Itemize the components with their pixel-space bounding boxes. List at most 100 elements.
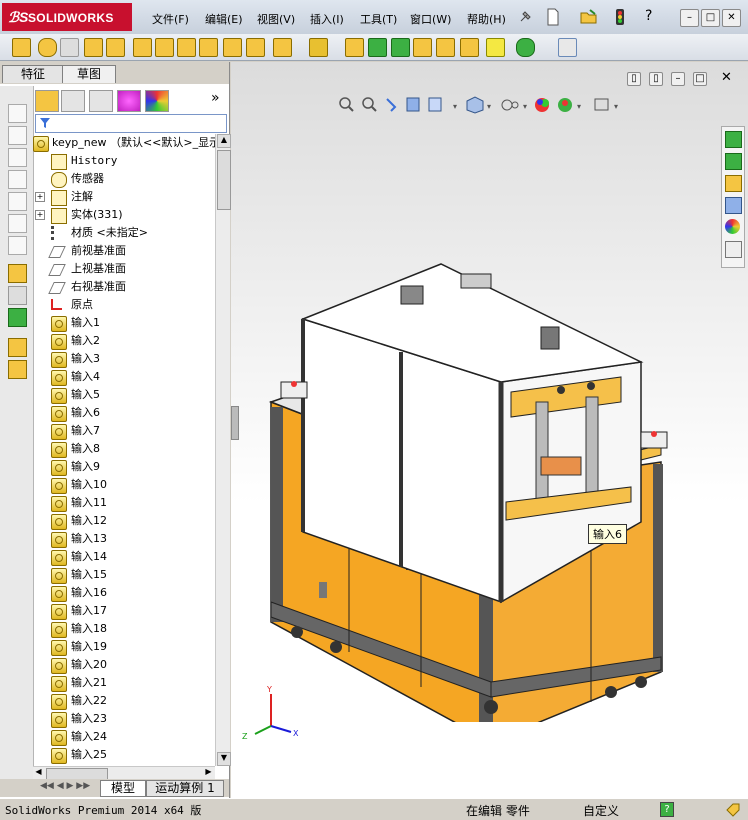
view-orientation-icon[interactable]: [466, 96, 484, 114]
split-horizontal-button[interactable]: ▯: [649, 72, 663, 86]
tree-horizontal-scrollbar[interactable]: ◀ ▶: [33, 766, 215, 780]
machine-3d-model[interactable]: [261, 202, 711, 722]
shell-cmd-icon[interactable]: [8, 236, 27, 255]
boundary-cut-icon[interactable]: [246, 38, 265, 57]
dimxpert-tab-icon[interactable]: [117, 90, 141, 112]
display-manager-tab-icon[interactable]: [145, 90, 169, 112]
menu-window[interactable]: 窗口(W): [410, 11, 451, 27]
scroll-right-arrow-icon[interactable]: ▶: [203, 767, 214, 778]
tree-item[interactable]: 输入2: [33, 332, 215, 350]
instant3d-icon[interactable]: [558, 38, 577, 57]
tree-item[interactable]: 输入25: [33, 746, 215, 764]
reference-geometry-icon[interactable]: [486, 38, 505, 57]
combine-icon[interactable]: [8, 338, 27, 357]
solidworks-resources-icon[interactable]: [725, 131, 742, 148]
intersect-icon[interactable]: [413, 38, 432, 57]
display-style-icon[interactable]: [501, 99, 519, 111]
tree-item[interactable]: + 实体(331): [33, 206, 215, 224]
tree-item[interactable]: 输入18: [33, 620, 215, 638]
minimize-window-button[interactable]: –: [680, 9, 699, 27]
zoom-area-icon[interactable]: [362, 97, 377, 112]
status-units[interactable]: 自定义: [583, 802, 619, 819]
tree-item[interactable]: 输入13: [33, 530, 215, 548]
section-view-icon[interactable]: [406, 97, 420, 112]
tree-item[interactable]: 输入16: [33, 584, 215, 602]
view-settings-icon[interactable]: [594, 98, 609, 111]
extrude-boss-cmd-icon[interactable]: [8, 104, 27, 123]
wrap-icon[interactable]: [368, 38, 387, 57]
file-explorer-icon[interactable]: [725, 175, 742, 192]
tree-expand-icon[interactable]: +: [35, 210, 45, 220]
doc-minimize-button[interactable]: –: [671, 72, 685, 86]
tree-item[interactable]: 输入23: [33, 710, 215, 728]
extrude-boss-icon[interactable]: [12, 38, 31, 57]
tree-item[interactable]: + 注解: [33, 188, 215, 206]
scroll-down-arrow-icon[interactable]: ▼: [217, 752, 231, 766]
tree-item[interactable]: 输入9: [33, 458, 215, 476]
revolve-cut-icon[interactable]: [177, 38, 196, 57]
sweep-cmd-icon[interactable]: [8, 148, 27, 167]
zoom-to-fit-icon[interactable]: [339, 97, 354, 112]
restore-window-button[interactable]: □: [701, 9, 720, 27]
graphics-area[interactable]: ▯ ▯ – □ ✕ ▾ ▾ ▾ ▾ ▾ 输入6 Y X Z: [231, 62, 748, 798]
panel-collapse-handle[interactable]: [231, 406, 239, 440]
tree-vertical-scrollbar[interactable]: ▲ ▼: [215, 134, 231, 766]
tree-expand-icon[interactable]: +: [35, 192, 45, 202]
loft-cmd-icon[interactable]: [8, 170, 27, 189]
tree-item[interactable]: 输入14: [33, 548, 215, 566]
dynamic-annotation-icon[interactable]: [428, 97, 442, 112]
fillet-icon[interactable]: [273, 38, 292, 57]
configuration-manager-tab-icon[interactable]: [89, 90, 113, 112]
traffic-light-icon[interactable]: [614, 8, 626, 26]
tree-filter-input[interactable]: [35, 114, 227, 133]
custom-properties-icon[interactable]: [725, 241, 742, 258]
property-manager-tab-icon[interactable]: [61, 90, 85, 112]
tree-item[interactable]: 上视基准面: [33, 260, 215, 278]
close-window-button[interactable]: ✕: [722, 9, 741, 27]
doc-close-icon[interactable]: ✕: [721, 70, 732, 85]
revolve-boss-icon[interactable]: [38, 38, 57, 57]
sweep-icon[interactable]: [60, 38, 79, 57]
scroll-left-arrow-icon[interactable]: ◀: [33, 767, 44, 778]
solidworks-logo[interactable]: ℬS SOLIDWORKS: [2, 3, 132, 31]
doc-restore-button[interactable]: □: [693, 72, 707, 86]
tree-root[interactable]: keyp_new （默认<<默认>_显示: [33, 134, 215, 152]
view-palette-icon[interactable]: [725, 197, 742, 214]
boundary-boss-icon[interactable]: [106, 38, 125, 57]
rib-icon[interactable]: [345, 38, 364, 57]
tab-features[interactable]: 特征: [2, 65, 64, 83]
tree-item[interactable]: 前视基准面: [33, 242, 215, 260]
tree-item[interactable]: 输入10: [33, 476, 215, 494]
hole-wizard-icon[interactable]: [155, 38, 174, 57]
smart-dimension-icon[interactable]: [8, 264, 27, 283]
open-folder-icon[interactable]: [580, 8, 598, 26]
tree-item[interactable]: 原点: [33, 296, 215, 314]
status-help-icon[interactable]: ?: [660, 802, 674, 817]
tab-scroll-arrows-icon[interactable]: ◀◀ ◀ ▶ ▶▶: [40, 781, 90, 791]
menu-file[interactable]: 文件(F): [152, 11, 189, 27]
tree-item[interactable]: 输入17: [33, 602, 215, 620]
status-tag-icon[interactable]: [725, 802, 741, 818]
curves-icon[interactable]: [516, 38, 535, 57]
feature-tree-tab-icon[interactable]: [35, 90, 59, 112]
lofted-cut-icon[interactable]: [223, 38, 242, 57]
tree-item[interactable]: 输入4: [33, 368, 215, 386]
tree-item[interactable]: 输入22: [33, 692, 215, 710]
expand-tabs-chevron-icon[interactable]: »: [211, 90, 220, 106]
tree-item[interactable]: 输入24: [33, 728, 215, 746]
menu-help[interactable]: 帮助(H): [467, 11, 506, 27]
tree-item[interactable]: 输入8: [33, 440, 215, 458]
design-library-icon[interactable]: [725, 153, 742, 170]
menu-tools[interactable]: 工具(T): [360, 11, 397, 27]
scroll-up-arrow-icon[interactable]: ▲: [217, 134, 231, 148]
mirror-icon[interactable]: [460, 38, 479, 57]
tree-item[interactable]: 输入12: [33, 512, 215, 530]
shell-icon[interactable]: [436, 38, 455, 57]
extrude-cut-icon[interactable]: [133, 38, 152, 57]
tree-item[interactable]: 输入3: [33, 350, 215, 368]
tab-sketch[interactable]: 草图: [62, 65, 116, 83]
tree-item[interactable]: 输入20: [33, 656, 215, 674]
tree-item[interactable]: 传感器: [33, 170, 215, 188]
tab-model[interactable]: 模型: [100, 780, 146, 797]
tree-item[interactable]: 输入5: [33, 386, 215, 404]
